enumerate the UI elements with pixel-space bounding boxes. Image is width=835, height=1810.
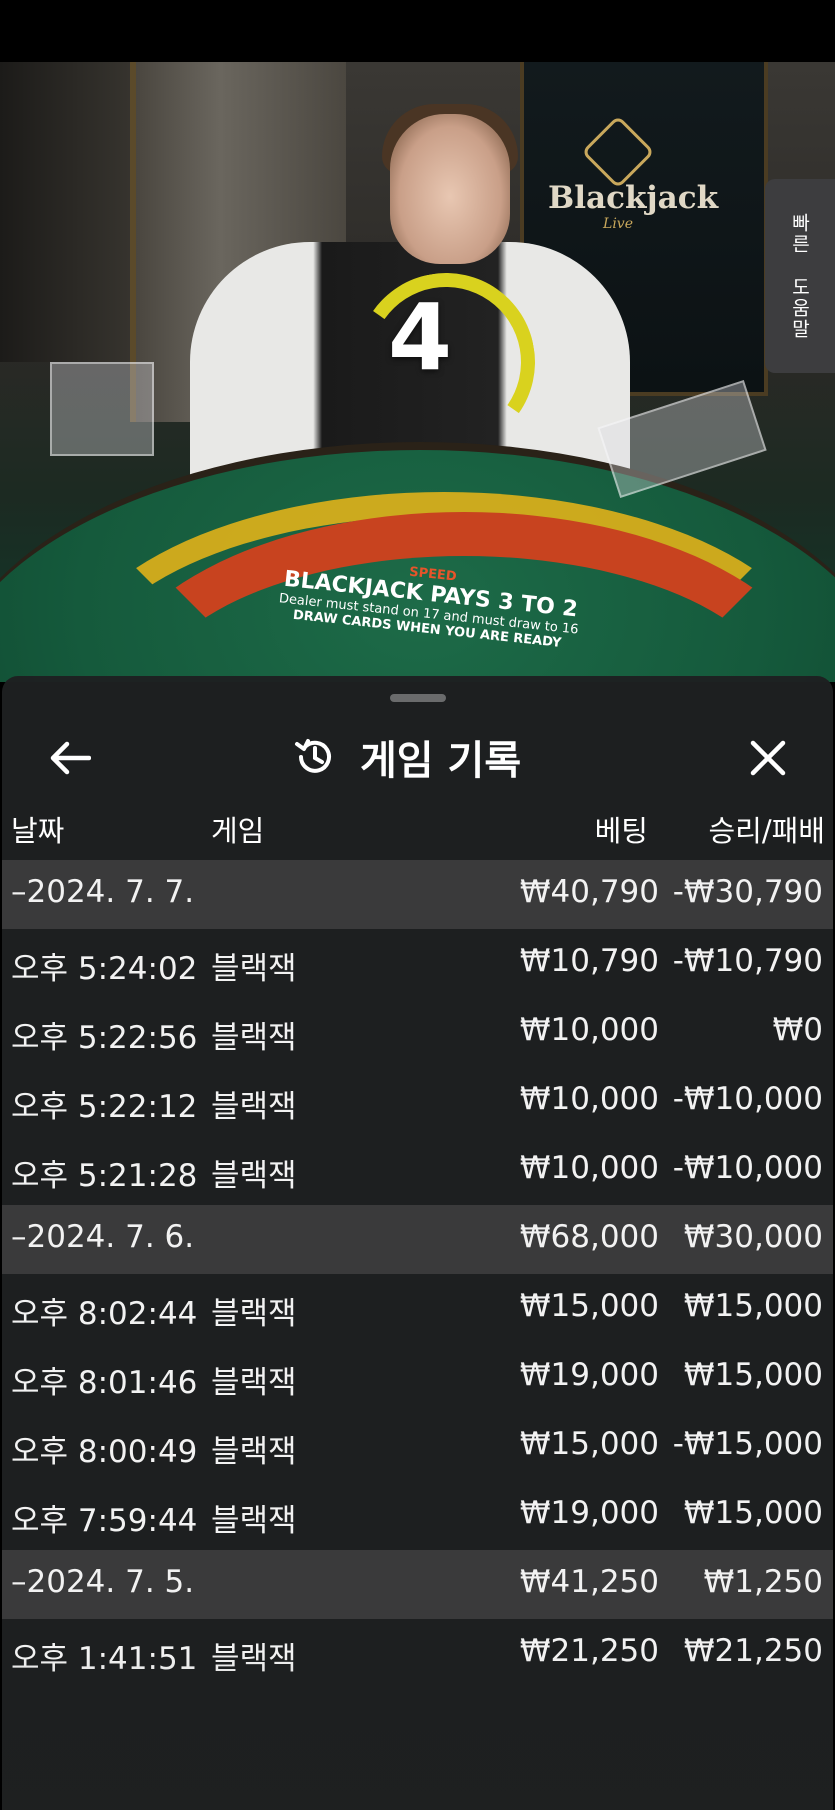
game-history-sheet: 게임 기록 날짜 게임 베팅 승리/패배 –2024. 7. 7. ₩40,790… [2, 676, 833, 1810]
date-group-row: –2024. 7. 5. ₩41,250 ₩1,250 [2, 1550, 833, 1619]
row-result: ₩0 [772, 1012, 823, 1048]
row-bet: ₩21,250 [519, 1633, 659, 1669]
row-date: –2024. 7. 5. [11, 1564, 195, 1600]
row-bet: ₩10,000 [519, 1012, 659, 1048]
studio-wall-left [0, 62, 150, 362]
dealer-head [390, 114, 510, 264]
row-result: ₩15,000 [683, 1288, 823, 1324]
history-row[interactable]: 오후 8:01:46 블랙잭 ₩19,000 ₩15,000 [2, 1343, 833, 1412]
history-row[interactable]: 오후 1:41:51 블랙잭 ₩21,250 ₩21,250 [2, 1619, 833, 1688]
quick-help-tab[interactable]: 빠른 도움말 [765, 179, 835, 373]
live-video-stream: Blackjack Live SPEED BLACKJACK PAYS 3 TO… [0, 62, 835, 682]
row-date: –2024. 7. 7. [11, 874, 195, 910]
row-bet: ₩15,000 [519, 1288, 659, 1324]
sheet-title: 게임 기록 [360, 738, 522, 784]
history-row[interactable]: 오후 5:22:12 블랙잭 ₩10,000 -₩10,000 [2, 1067, 833, 1136]
row-result: ₩15,000 [683, 1357, 823, 1393]
row-result: -₩15,000 [672, 1426, 823, 1462]
row-game: 블랙잭 [211, 1641, 297, 1677]
row-date: 오후 8:01:46 [11, 1365, 198, 1401]
history-row[interactable]: 오후 5:24:02 블랙잭 ₩10,790 -₩10,790 [2, 929, 833, 998]
column-bet: 베팅 [594, 814, 648, 848]
row-bet: ₩41,250 [519, 1564, 659, 1600]
row-game: 블랙잭 [211, 951, 297, 987]
row-game: 블랙잭 [211, 1503, 297, 1539]
column-result: 승리/패배 [708, 814, 826, 848]
history-row[interactable]: 오후 8:02:44 블랙잭 ₩15,000 ₩15,000 [2, 1274, 833, 1343]
logo-subtitle: Live [603, 216, 633, 232]
row-result: -₩10,000 [672, 1150, 823, 1186]
row-game: 블랙잭 [211, 1365, 297, 1401]
row-date: 오후 5:22:12 [11, 1089, 198, 1125]
help-tab-line1: 빠른 [788, 212, 811, 255]
row-date: 오후 1:41:51 [11, 1641, 198, 1677]
column-date: 날짜 [11, 814, 65, 848]
history-list: –2024. 7. 7. ₩40,790 -₩30,790 오후 5:24:02 블랙잭… [2, 860, 833, 1688]
row-result: ₩21,250 [683, 1633, 823, 1669]
row-date: 오후 7:59:44 [11, 1503, 198, 1539]
row-result: -₩30,790 [672, 874, 823, 910]
sheet-drag-handle[interactable] [390, 694, 446, 702]
close-icon [750, 740, 786, 776]
logo-title: Blackjack [548, 180, 719, 216]
row-game: 블랙잭 [211, 1434, 297, 1470]
row-result: ₩1,250 [703, 1564, 823, 1600]
history-row[interactable]: 오후 7:59:44 블랙잭 ₩19,000 ₩15,000 [2, 1481, 833, 1550]
row-game: 블랙잭 [211, 1020, 297, 1056]
row-bet: ₩40,790 [519, 874, 659, 910]
history-row[interactable]: 오후 8:00:49 블랙잭 ₩15,000 -₩15,000 [2, 1412, 833, 1481]
row-game: 블랙잭 [211, 1296, 297, 1332]
row-date: 오후 8:02:44 [11, 1296, 198, 1332]
row-bet: ₩10,000 [519, 1081, 659, 1117]
history-row[interactable]: 오후 5:22:56 블랙잭 ₩10,000 ₩0 [2, 998, 833, 1067]
row-date: 오후 8:00:49 [11, 1434, 198, 1470]
row-bet: ₩68,000 [519, 1219, 659, 1255]
row-bet: ₩19,000 [519, 1357, 659, 1393]
row-result: ₩30,000 [683, 1219, 823, 1255]
history-row[interactable]: 오후 5:21:28 블랙잭 ₩10,000 -₩10,000 [2, 1136, 833, 1205]
history-icon [295, 739, 331, 773]
close-button[interactable] [738, 728, 798, 788]
row-date: 오후 5:21:28 [11, 1158, 198, 1194]
row-bet: ₩15,000 [519, 1426, 659, 1462]
row-result: -₩10,790 [672, 943, 823, 979]
history-column-headers: 날짜 게임 베팅 승리/패배 [2, 794, 833, 858]
blackjack-live-logo: Blackjack Live [548, 180, 718, 232]
card-shoe-left [50, 362, 154, 456]
row-game: 블랙잭 [211, 1158, 297, 1194]
row-date: 오후 5:22:56 [11, 1020, 198, 1056]
row-date: –2024. 7. 6. [11, 1219, 195, 1255]
row-result: ₩15,000 [683, 1495, 823, 1531]
date-group-row: –2024. 7. 7. ₩40,790 -₩30,790 [2, 860, 833, 929]
row-game: 블랙잭 [211, 1089, 297, 1125]
row-result: -₩10,000 [672, 1081, 823, 1117]
row-bet: ₩10,790 [519, 943, 659, 979]
back-button[interactable] [40, 730, 100, 786]
row-bet: ₩10,000 [519, 1150, 659, 1186]
sheet-header: 게임 기록 [292, 724, 521, 790]
help-tab-line2: 도움말 [788, 276, 811, 340]
countdown-timer: 4 [387, 284, 452, 391]
arrow-left-icon [50, 741, 91, 775]
date-group-row: –2024. 7. 6. ₩68,000 ₩30,000 [2, 1205, 833, 1274]
row-bet: ₩19,000 [519, 1495, 659, 1531]
column-game: 게임 [211, 814, 265, 848]
row-date: 오후 5:24:02 [11, 951, 198, 987]
